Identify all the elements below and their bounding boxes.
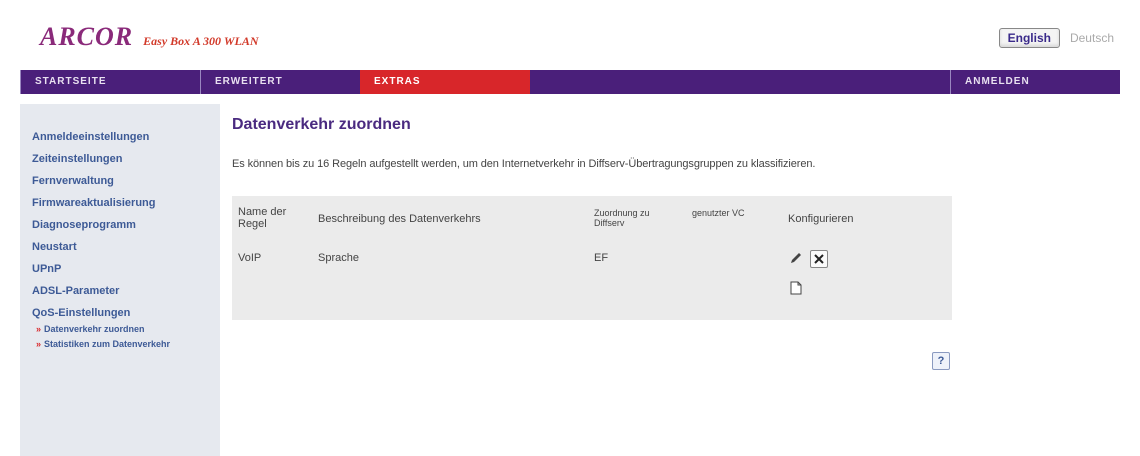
sidebar-subitem-label: Datenverkehr zuordnen (44, 324, 145, 334)
new-document-icon[interactable] (788, 280, 804, 296)
header: ARCOR Easy Box A 300 WLAN English Deutsc… (0, 0, 1140, 70)
nav-startseite[interactable]: STARTSEITE (20, 70, 200, 94)
header-configure: Konfigurieren (788, 213, 854, 225)
main-content: Datenverkehr zuordnen Es können bis zu 1… (232, 104, 1120, 370)
header-description: Beschreibung des Datenverkehrs (318, 213, 481, 225)
logo-subtitle: Easy Box A 300 WLAN (143, 34, 259, 48)
sidebar-item-qos-einstellungen[interactable]: QoS-Einstellungen (20, 302, 220, 324)
sidebar-subitem-datenverkehr-zuordnen[interactable]: » Datenverkehr zuordnen (20, 324, 220, 335)
english-button[interactable]: English (998, 28, 1060, 48)
edit-icon[interactable] (788, 250, 804, 266)
intro-text: Es können bis zu 16 Regeln aufgestellt w… (232, 158, 816, 170)
cell-rule-name: VoIP (238, 252, 262, 264)
sidebar-subitem-statistiken[interactable]: » Statistiken zum Datenverkehr (20, 339, 220, 350)
main-nav: STARTSEITE ERWEITERT EXTRAS ANMELDEN (20, 70, 1120, 94)
bullet-icon: » (36, 324, 42, 334)
header-name: Name der Regel (238, 206, 287, 230)
cell-rule-assignment: EF (594, 252, 609, 264)
sidebar-item-diagnoseprogramm[interactable]: Diagnoseprogramm (20, 214, 220, 236)
rules-table: Name der Regel Beschreibung des Datenver… (232, 196, 952, 320)
deutsch-link[interactable]: Deutsch (1070, 31, 1114, 45)
nav-anmelden[interactable]: ANMELDEN (950, 70, 1120, 94)
logo-text: ARCOR (40, 22, 134, 51)
sidebar: Anmeldeeinstellungen Zeiteinstellungen F… (20, 104, 220, 456)
sidebar-item-neustart[interactable]: Neustart (20, 236, 220, 258)
arcor-logo: ARCOR Easy Box A 300 WLAN (40, 22, 259, 52)
header-vc: genutzter VC (692, 208, 745, 218)
sidebar-item-zeiteinstellungen[interactable]: Zeiteinstellungen (20, 148, 220, 170)
sidebar-item-adsl-parameter[interactable]: ADSL-Parameter (20, 280, 220, 302)
bullet-icon: » (36, 339, 42, 349)
nav-extras[interactable]: EXTRAS (360, 70, 530, 94)
sidebar-item-firmwareaktualisierung[interactable]: Firmwareaktualisierung (20, 192, 220, 214)
sidebar-item-upnp[interactable]: UPnP (20, 258, 220, 280)
help-icon[interactable]: ? (932, 352, 950, 370)
delete-icon[interactable] (810, 250, 828, 268)
header-assignment: Zuordnung zu Diffserv (594, 208, 650, 228)
nav-erweitert[interactable]: ERWEITERT (200, 70, 360, 94)
sidebar-item-anmeldeeinstellungen[interactable]: Anmeldeeinstellungen (20, 126, 220, 148)
cell-rule-description: Sprache (318, 252, 359, 264)
page-title: Datenverkehr zuordnen (232, 116, 411, 133)
sidebar-item-fernverwaltung[interactable]: Fernverwaltung (20, 170, 220, 192)
language-switch: English Deutsch (998, 28, 1114, 48)
sidebar-subitem-label: Statistiken zum Datenverkehr (44, 339, 171, 349)
